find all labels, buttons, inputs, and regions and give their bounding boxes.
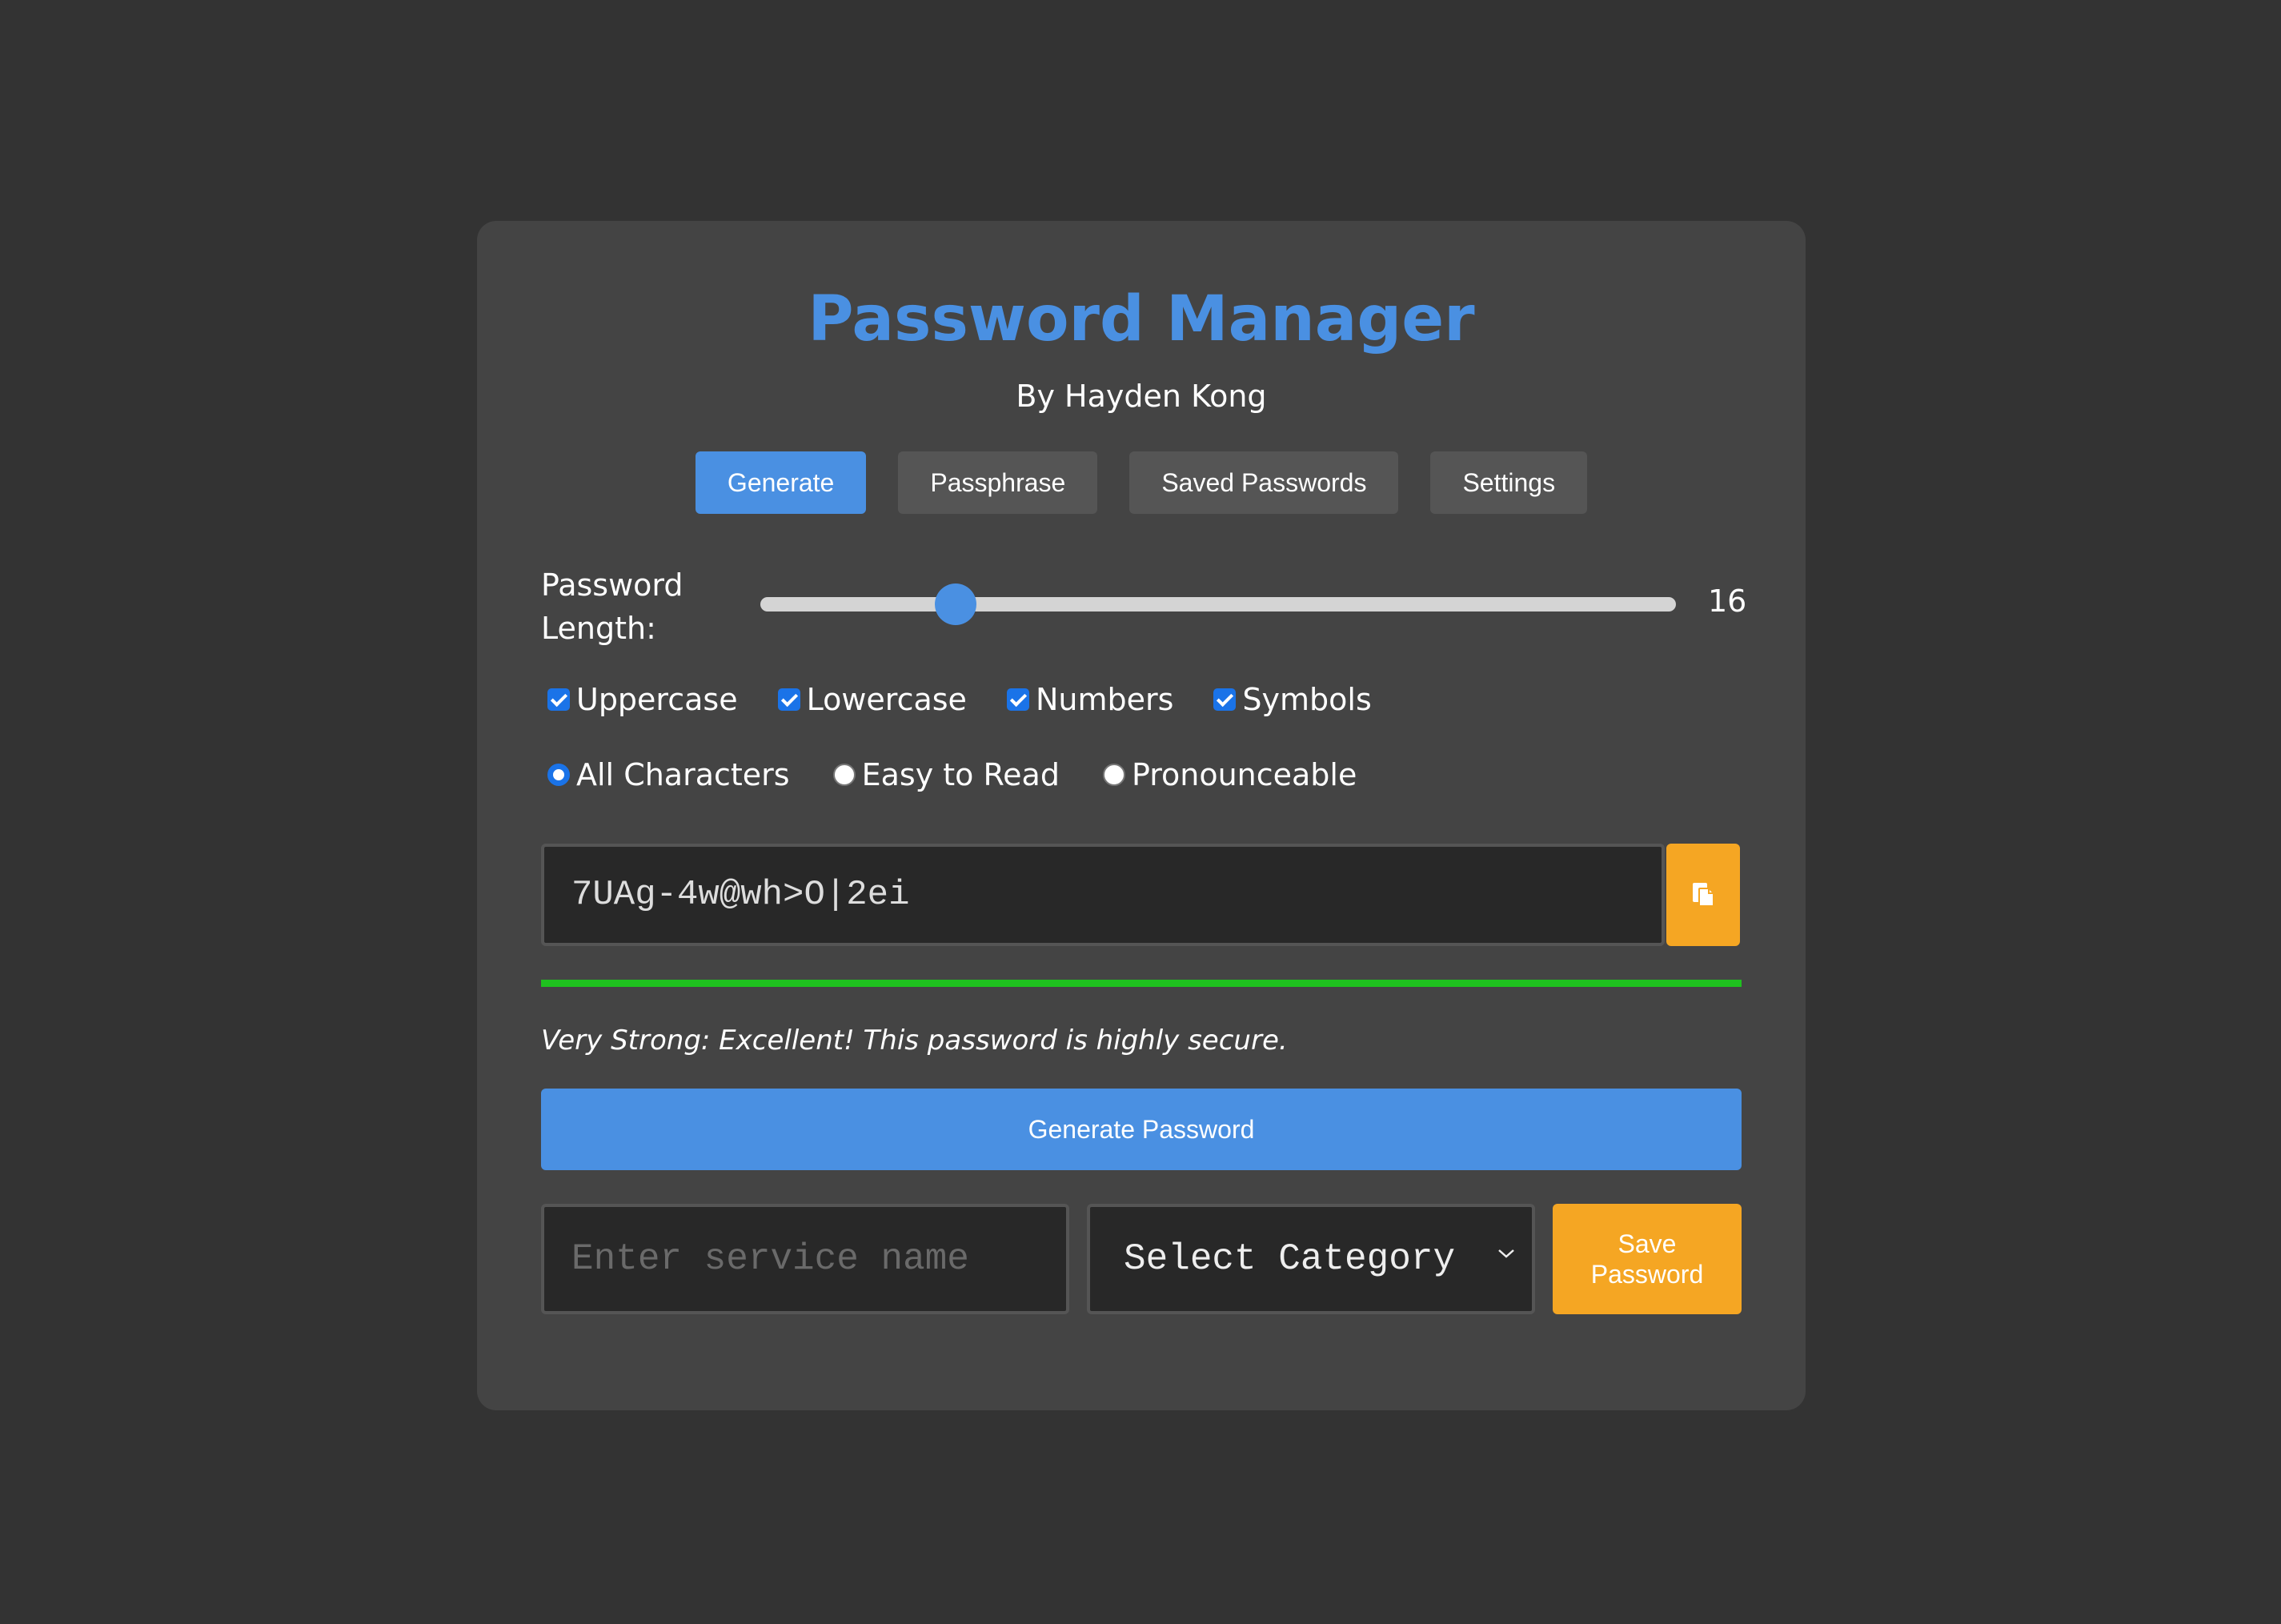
all-characters-label: All Characters — [576, 757, 790, 792]
tab-generate[interactable]: Generate — [695, 451, 867, 514]
service-name-input[interactable] — [541, 1204, 1069, 1314]
mode-easy-to-read[interactable]: Easy to Read — [832, 757, 1060, 792]
lowercase-label: Lowercase — [806, 682, 967, 717]
tab-settings[interactable]: Settings — [1430, 451, 1588, 514]
lowercase-checkbox[interactable] — [777, 688, 800, 711]
tab-passphrase[interactable]: Passphrase — [898, 451, 1098, 514]
generate-password-button[interactable]: Generate Password — [541, 1089, 1742, 1170]
mode-all-characters[interactable]: All Characters — [547, 757, 790, 792]
uppercase-label: Uppercase — [576, 682, 738, 717]
password-mode-options: All Characters Easy to Read Pronounceabl… — [547, 757, 1357, 792]
password-length-slider[interactable] — [760, 597, 1676, 612]
pronounceable-label: Pronounceable — [1131, 757, 1357, 792]
save-password-button[interactable]: Save Password — [1553, 1204, 1742, 1314]
page-title: Password Manager — [808, 283, 1475, 355]
symbols-label: Symbols — [1242, 682, 1372, 717]
category-select[interactable]: Select Category — [1087, 1204, 1535, 1314]
copy-icon — [1693, 883, 1714, 907]
easy-to-read-label: Easy to Read — [861, 757, 1060, 792]
character-options: Uppercase Lowercase Numbers Symbols — [547, 682, 1372, 717]
copy-button[interactable] — [1666, 844, 1740, 946]
pronounceable-radio[interactable] — [1102, 764, 1125, 786]
password-length-label: Password Length: — [541, 567, 683, 646]
strength-meter — [541, 980, 1742, 987]
symbols-checkbox[interactable] — [1213, 688, 1237, 711]
easy-to-read-radio[interactable] — [832, 764, 856, 786]
author-subtitle: By Hayden Kong — [1016, 379, 1267, 414]
numbers-checkbox[interactable] — [1006, 688, 1029, 711]
password-manager-card: Password Manager By Hayden Kong Generate… — [477, 221, 1806, 1410]
tab-bar: Generate Passphrase Saved Passwords Sett… — [477, 451, 1806, 514]
numbers-label: Numbers — [1035, 682, 1174, 717]
strength-message: Very Strong: Excellent! This password is… — [541, 1025, 1288, 1057]
all-characters-radio[interactable] — [547, 764, 570, 786]
tab-saved-passwords[interactable]: Saved Passwords — [1129, 451, 1399, 514]
generated-password-field[interactable]: 7UAg-4w@wh>O|2ei — [541, 844, 1665, 946]
uppercase-checkbox[interactable] — [547, 688, 570, 711]
chevron-down-icon — [1498, 1249, 1514, 1258]
strength-meter-fill — [541, 980, 1742, 987]
option-numbers[interactable]: Numbers — [1006, 682, 1174, 717]
option-symbols[interactable]: Symbols — [1213, 682, 1372, 717]
category-selected-value: Select Category — [1124, 1238, 1456, 1280]
slider-thumb[interactable] — [935, 583, 977, 625]
option-uppercase[interactable]: Uppercase — [547, 682, 738, 717]
option-lowercase[interactable]: Lowercase — [777, 682, 967, 717]
mode-pronounceable[interactable]: Pronounceable — [1102, 757, 1357, 792]
password-length-value: 16 — [1708, 583, 1747, 619]
